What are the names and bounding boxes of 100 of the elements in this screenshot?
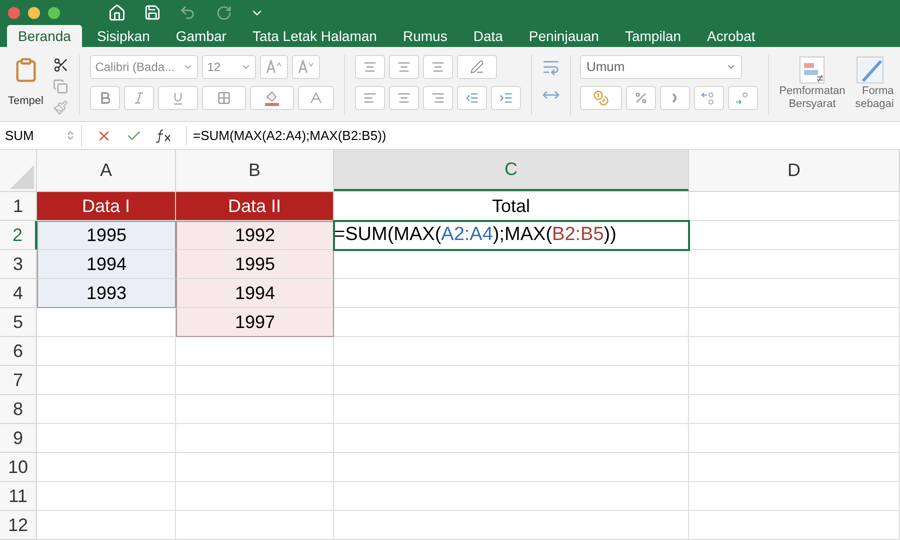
row-header[interactable]: 5	[0, 308, 37, 337]
decrease-indent-button[interactable]	[456, 86, 487, 110]
borders-button[interactable]	[202, 86, 246, 110]
italic-icon	[134, 92, 144, 104]
conditional-format-label[interactable]: Pemformatan Bersyarat	[779, 85, 846, 111]
column-header[interactable]: D	[689, 150, 900, 191]
align-left-button[interactable]	[354, 86, 385, 110]
align-middle-icon	[396, 60, 411, 74]
row-header[interactable]: 9	[0, 424, 37, 453]
number-format-dropdown[interactable]: Umum	[580, 55, 742, 79]
ribbon-tab[interactable]: Peninjauan	[518, 25, 610, 47]
orientation-button[interactable]	[456, 55, 497, 79]
row-header[interactable]: 11	[0, 482, 37, 511]
align-right-icon	[430, 91, 445, 105]
format-as-table-icon[interactable]	[855, 55, 886, 85]
ribbon-tab[interactable]: Tata Letak Halaman	[241, 25, 388, 47]
home-icon[interactable]	[108, 4, 126, 22]
table-cell: Data II	[176, 192, 334, 221]
borders-icon	[217, 91, 232, 105]
font-color-icon	[310, 92, 322, 104]
table-cell: 1994	[176, 279, 334, 308]
column-header[interactable]: A	[37, 150, 176, 191]
decrease-indent-icon	[464, 91, 479, 105]
percent-icon	[634, 91, 648, 105]
orientation-icon	[470, 60, 484, 74]
underline-icon	[173, 92, 184, 104]
cut-icon[interactable]	[53, 57, 70, 73]
undo-icon[interactable]	[179, 4, 196, 21]
table-cell: 1997	[176, 308, 334, 337]
fill-color-button[interactable]	[250, 86, 294, 110]
shrink-font-icon	[298, 60, 314, 74]
comma-style-button[interactable]	[660, 86, 690, 110]
stepper-icon	[65, 130, 76, 141]
row-header[interactable]: 7	[0, 366, 37, 395]
paste-label[interactable]: Tempel	[8, 93, 44, 110]
increase-decimal-button[interactable]	[694, 86, 724, 110]
close-window-button[interactable]	[8, 6, 20, 18]
function-icon[interactable]	[156, 128, 172, 142]
font-size-dropdown[interactable]: 12	[202, 55, 256, 79]
italic-button[interactable]	[124, 86, 154, 110]
row-header[interactable]: 10	[0, 453, 37, 482]
decrease-decimal-button[interactable]	[728, 86, 758, 110]
table-cell: Total	[334, 192, 689, 221]
row-header[interactable]: 8	[0, 395, 37, 424]
ribbon-tab[interactable]: Beranda	[7, 25, 82, 47]
percent-button[interactable]	[626, 86, 656, 110]
align-middle-button[interactable]	[388, 55, 419, 79]
row-header[interactable]: 4	[0, 279, 37, 308]
table-cell: 1995	[37, 221, 176, 250]
table-cell: 1995	[176, 250, 334, 279]
row-header[interactable]: 1	[0, 192, 37, 221]
row-header[interactable]: 6	[0, 337, 37, 366]
ribbon-tab[interactable]: Tampilan	[614, 25, 692, 47]
grow-font-button[interactable]	[260, 55, 288, 79]
font-color-button[interactable]	[298, 86, 334, 110]
align-bottom-button[interactable]	[422, 55, 453, 79]
name-box[interactable]: SUM	[0, 124, 82, 146]
increase-indent-icon	[498, 91, 513, 105]
copy-icon[interactable]	[53, 79, 68, 94]
align-right-button[interactable]	[422, 86, 453, 110]
column-header[interactable]: C	[334, 150, 689, 191]
align-top-button[interactable]	[354, 55, 385, 79]
align-center-button[interactable]	[388, 86, 419, 110]
ribbon-tab[interactable]: Gambar	[164, 25, 238, 47]
table-cell: 1993	[37, 279, 176, 308]
table-cell: 1992	[176, 221, 334, 250]
underline-button[interactable]	[158, 86, 198, 110]
coins-icon	[593, 90, 610, 106]
align-bottom-icon	[430, 60, 445, 74]
table-cell: 1994	[37, 250, 176, 279]
shrink-font-button[interactable]	[292, 55, 320, 79]
format-as-table-label[interactable]: Forma sebagai	[855, 85, 894, 111]
grow-font-icon	[266, 60, 282, 74]
ribbon-tab[interactable]: Data	[462, 25, 514, 47]
fill-color-icon	[264, 90, 280, 106]
accounting-format-button[interactable]	[580, 86, 622, 110]
format-painter-icon[interactable]	[53, 100, 68, 115]
formula-input[interactable]: =SUM(MAX(A2:A4);MAX(B2:B5))	[186, 126, 386, 146]
table-cell: Data I	[37, 192, 176, 221]
bold-icon	[100, 92, 110, 104]
row-header[interactable]: 3	[0, 250, 37, 279]
redo-icon[interactable]	[216, 4, 232, 20]
conditional-format-icon[interactable]	[798, 55, 826, 85]
comma-icon	[671, 92, 680, 104]
maximize-window-button[interactable]	[48, 6, 60, 18]
font-name-dropdown[interactable]: Calibri (Bada...	[90, 55, 198, 79]
increase-indent-button[interactable]	[490, 86, 521, 110]
bold-button[interactable]	[90, 86, 120, 110]
formula-cell[interactable]: =SUM(MAX(A2:A4);MAX(B2:B5))	[334, 221, 689, 250]
align-left-icon	[362, 91, 377, 105]
wrap-text-icon[interactable]	[542, 58, 560, 76]
align-top-icon	[362, 60, 377, 74]
minimize-window-button[interactable]	[28, 6, 40, 18]
ribbon-tab[interactable]: Sisipkan	[86, 25, 161, 47]
align-center-icon	[396, 91, 411, 105]
save-icon[interactable]	[144, 4, 161, 21]
row-header[interactable]: 12	[0, 511, 37, 540]
ribbon-tab[interactable]: Acrobat	[696, 25, 766, 47]
row-header[interactable]: 2	[0, 221, 37, 250]
ribbon-tab[interactable]: Rumus	[392, 25, 458, 47]
